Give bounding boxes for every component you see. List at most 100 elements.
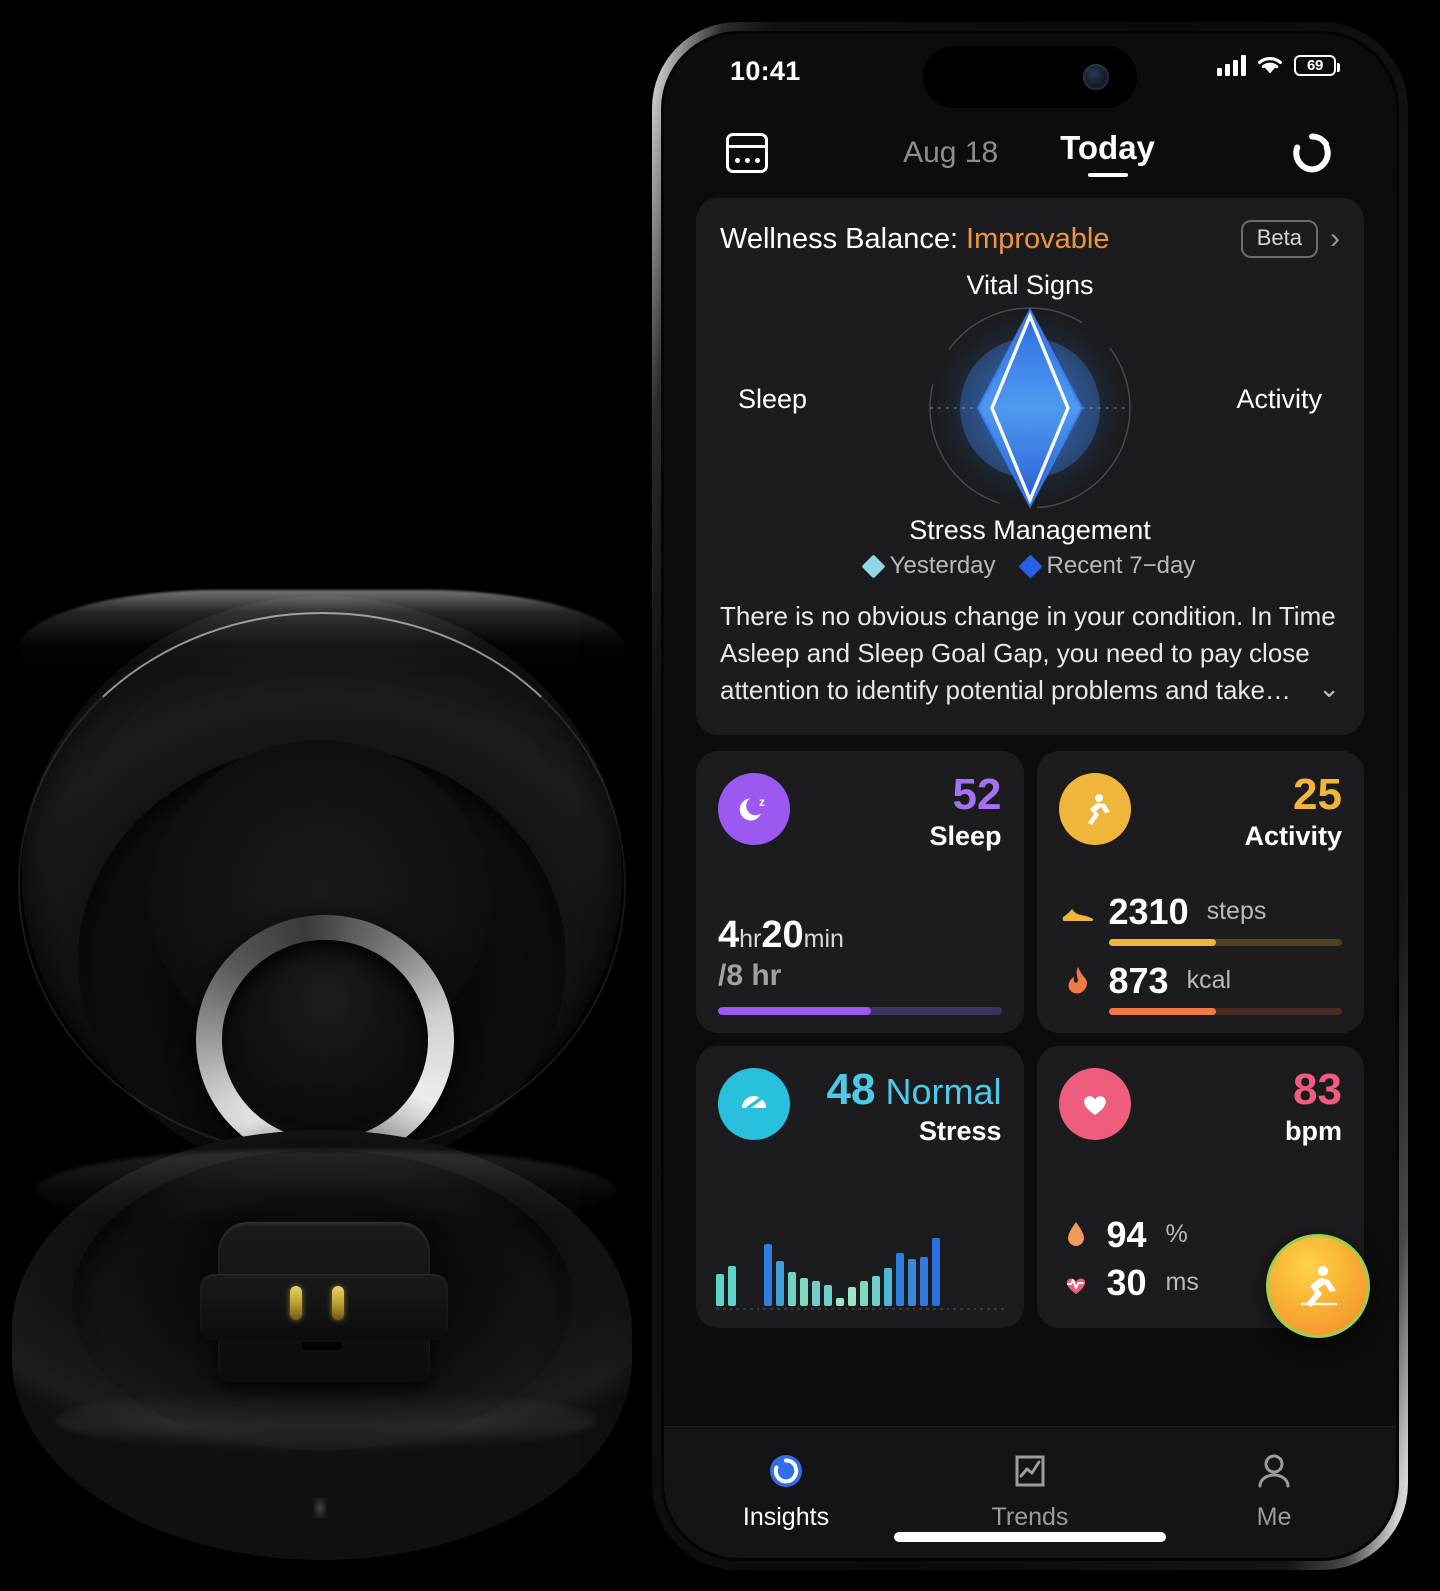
legend-diamond-yesterday-icon (861, 553, 886, 579)
battery-percent-label: 69 (1306, 56, 1324, 74)
stress-axis-tick (871, 1307, 875, 1310)
stress-axis-tick (905, 1307, 909, 1310)
svg-text:z: z (759, 795, 765, 809)
steps-progress-bar (1108, 938, 1342, 946)
stress-bar (728, 1266, 736, 1306)
app-header: Aug 18 Today (664, 108, 1396, 198)
sleep-progress-bar (718, 1006, 1002, 1015)
wellness-balance-card[interactable]: Wellness Balance: Improvable Beta › Vita… (696, 198, 1364, 735)
ring-logo-refresh-icon[interactable] (1290, 131, 1334, 175)
stress-axis-tick (919, 1307, 923, 1310)
tab-me[interactable]: Me (1152, 1449, 1396, 1532)
heart-card-header: 83 bpm (1058, 1067, 1342, 1147)
stress-axis-tick (770, 1307, 774, 1310)
stress-bar (896, 1253, 904, 1306)
sleep-card-header: z 52 Sleep (718, 772, 1002, 852)
stress-axis-tick (885, 1307, 889, 1310)
stress-axis-tick (777, 1307, 780, 1310)
running-person-icon (1058, 772, 1131, 845)
stress-bar (884, 1268, 892, 1306)
status-bar-indicators: 69 (1217, 54, 1340, 76)
header-date-tabs: Aug 18 Today (768, 129, 1290, 177)
tab-trends[interactable]: Trends (908, 1449, 1152, 1532)
sleep-minutes-value: 20 (761, 913, 804, 956)
workout-running-icon[interactable] (1266, 1233, 1370, 1338)
stress-axis-tick (838, 1307, 841, 1310)
charging-case-vent (313, 1497, 327, 1519)
sleep-hours-value: 4 (718, 913, 740, 956)
tab-today-label: Today (1060, 129, 1155, 166)
stress-bar (920, 1256, 928, 1306)
screenshot-stage: 10:41 69 Aug 18 Today Wellness Balance: … (0, 0, 1440, 1591)
wellness-description-text: There is no obvious change in your condi… (720, 601, 1336, 705)
stress-axis-tick (743, 1307, 746, 1310)
calendar-icon[interactable] (726, 133, 768, 173)
activity-metric-card[interactable]: 25 Activity 2310 steps 873 kcal (1036, 750, 1364, 1033)
stress-bar (860, 1281, 868, 1306)
blood-oxygen-drop-icon (1059, 1218, 1093, 1252)
stress-axis-tick (756, 1307, 760, 1310)
activity-score: 25 Activity (1244, 772, 1342, 852)
sleep-goal-label: /8 hr (718, 958, 782, 992)
sleep-hours-unit: hr (739, 924, 762, 953)
sleep-card-footer: 4hr20min /8 hr (718, 914, 1002, 1015)
tab-insights[interactable]: Insights (664, 1449, 908, 1532)
shoe-icon (1059, 897, 1097, 927)
stress-axis-tick (844, 1307, 848, 1310)
sleep-metric-card[interactable]: z 52 Sleep 4hr20min /8 hr (696, 750, 1024, 1033)
sleep-minutes-unit: min (803, 924, 844, 953)
activity-score-label: Activity (1244, 820, 1342, 851)
wellness-radar-chart: Vital Signs Sleep Activity Stress Manage… (720, 270, 1340, 545)
calendar-dots (729, 158, 765, 163)
heart-rate-unit: bpm (1285, 1115, 1342, 1146)
calories-row: 873 kcal (1059, 960, 1343, 1002)
stress-score-row: 48 Normal (826, 1064, 1002, 1114)
stress-card-header: 48 Normal Stress (718, 1064, 1002, 1147)
heart-score: 83 bpm (1285, 1067, 1342, 1147)
stress-bar (824, 1285, 832, 1306)
charging-case-base-lower-highlight (56, 1390, 596, 1450)
chevron-right-icon[interactable]: › (1330, 224, 1340, 254)
hrv-heartbeat-icon (1059, 1266, 1093, 1300)
stress-axis-tick (804, 1307, 807, 1310)
smart-ring (196, 915, 454, 1165)
charging-pin-right (332, 1286, 344, 1320)
stress-axis-tick (749, 1307, 753, 1310)
tab-previous-date[interactable]: Aug 18 (903, 136, 998, 170)
legend-diamond-recent-icon (1018, 553, 1043, 579)
calories-value: 873 (1108, 959, 1169, 1001)
stress-axis-tick (980, 1307, 984, 1310)
stress-axis-tick (783, 1307, 787, 1310)
stress-axis-tick (960, 1307, 963, 1310)
scroll-content[interactable]: Wellness Balance: Improvable Beta › Vita… (664, 198, 1396, 1426)
person-profile-icon (1258, 1454, 1290, 1488)
front-camera-icon (1083, 64, 1109, 90)
stress-bar (788, 1271, 796, 1306)
stress-metric-card[interactable]: 48 Normal Stress (696, 1045, 1024, 1328)
sleep-duration: 4hr20min (718, 914, 1002, 957)
stress-score-value: 48 (826, 1064, 876, 1114)
stress-bar (800, 1277, 808, 1306)
radar-legend: Yesterday Recent 7−day (720, 552, 1340, 580)
heart-rate-metric-card[interactable]: 83 bpm 94 % 30 ms (1036, 1045, 1370, 1338)
stress-bar (836, 1298, 844, 1306)
wellness-title: Wellness Balance: (720, 222, 959, 255)
radar-axis-label-sleep: Sleep (738, 384, 808, 414)
stress-axis-tick (953, 1307, 957, 1310)
stress-axis-tick (878, 1307, 882, 1310)
chevron-down-icon[interactable]: ⌄ (1318, 670, 1340, 707)
smart-ring-inner-surface (222, 940, 428, 1140)
sleep-score-label: Sleep (929, 820, 1002, 851)
stress-axis-tick (912, 1307, 916, 1310)
stress-axis-tick (817, 1307, 821, 1310)
wellness-description[interactable]: There is no obvious change in your condi… (720, 598, 1340, 709)
tab-trends-label: Trends (991, 1503, 1069, 1531)
hrv-unit: ms (1165, 1268, 1199, 1297)
legend-label-recent-7-day: Recent 7−day (1046, 552, 1196, 579)
tab-today[interactable]: Today (1060, 129, 1155, 177)
home-indicator[interactable] (894, 1532, 1166, 1542)
stress-bar (932, 1238, 940, 1306)
stress-bar-chart (716, 1212, 1004, 1312)
wellness-card-header: Wellness Balance: Improvable Beta › (720, 220, 1340, 258)
app-screen: 10:41 69 Aug 18 Today Wellness Balance: … (664, 34, 1396, 1558)
